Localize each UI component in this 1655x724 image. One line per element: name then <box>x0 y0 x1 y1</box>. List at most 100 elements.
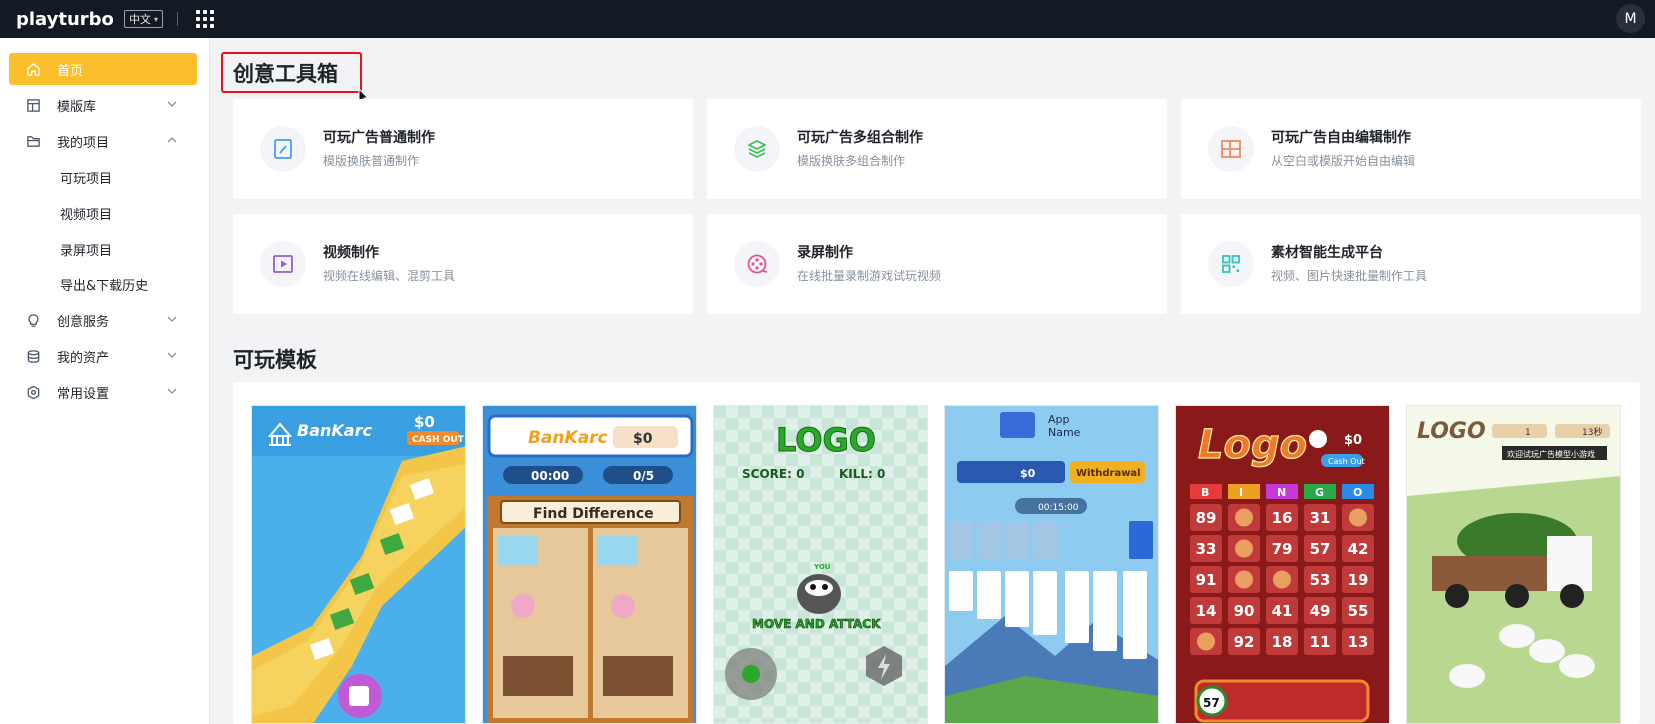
template-brand: BanKarc <box>528 428 608 448</box>
template-caption: 欢迎试玩广告模型小游戏 <box>1507 449 1595 459</box>
chevron-down-icon: ▾ <box>153 14 158 24</box>
tool-card-title: 可玩广告多组合制作 <box>797 130 923 146</box>
bingo-number: 14 <box>1196 602 1217 620</box>
playable-templates-title: 可玩模板 <box>233 348 317 372</box>
bingo-grid: 89 16 31 33 79 57 42 91 53 19 14 90 41 49 55 92 18 11 13 <box>1190 504 1374 655</box>
home-icon <box>25 61 41 77</box>
template-card-solitaire[interactable]: App Name $0 Withdrawal 00:15:00 <box>944 405 1159 724</box>
bingo-number: 16 <box>1272 509 1293 527</box>
sidebar-item-label: 我的项目 <box>57 135 110 151</box>
template-name: Name <box>1048 426 1081 439</box>
tool-card-subtitle: 从空白或模版开始自由编辑 <box>1271 154 1416 168</box>
database-icon <box>25 348 41 364</box>
apps-grid-icon[interactable] <box>195 10 214 28</box>
template-caption: MOVE AND ATTACK <box>752 617 881 631</box>
sidebar-item-settings[interactable]: 常用设置 <box>9 376 197 408</box>
template-card-find-difference[interactable]: BanKarc $0 00:00 0/5 Find Difference <box>482 405 697 724</box>
bingo-number: 33 <box>1196 540 1217 558</box>
bingo-number: 19 <box>1348 571 1369 589</box>
sidebar-item-my-projects[interactable]: 我的项目 <box>9 125 197 157</box>
template-timer: 00:15:00 <box>1038 503 1079 513</box>
bingo-number: 41 <box>1272 602 1293 620</box>
settings-icon <box>25 384 41 400</box>
tool-card-subtitle: 视频在线编辑、混剪工具 <box>323 269 456 283</box>
template-card-bingo[interactable]: Logo $0 Cash Out B I N G O 89 16 31 33 79 57 42 91 5… <box>1175 405 1390 724</box>
tool-card-video[interactable]: 视频制作 视频在线编辑、混剪工具 <box>233 214 693 314</box>
language-label: 中文 <box>128 13 151 26</box>
template-cash-label: CASH OUT <box>412 435 465 445</box>
tool-card-title: 录屏制作 <box>797 245 853 261</box>
folder-icon <box>25 133 41 149</box>
tool-card-subtitle: 模版换肤普通制作 <box>323 154 420 168</box>
sidebar-subitem-export[interactable]: 导出&下载历史 <box>60 268 148 300</box>
bingo-letter: O <box>1353 486 1362 499</box>
money-bag-icon <box>1235 570 1253 589</box>
template-card-move-and-attack[interactable]: LOGO SCORE: 0 KILL: 0 YOU MOVE AND ATTAC… <box>713 405 928 724</box>
template-time: 13秒 <box>1582 426 1602 438</box>
bingo-letter: B <box>1201 486 1209 499</box>
sidebar-item-templates[interactable]: 模版库 <box>9 89 197 121</box>
tool-card-subtitle: 模版换肤多组合制作 <box>797 154 906 168</box>
bingo-number: 55 <box>1348 602 1369 620</box>
tool-card-playable-free[interactable]: 可玩广告自由编辑制作 从空白或模版开始自由编辑 <box>1181 99 1641 199</box>
template-cash-out: Cash Out <box>1328 457 1365 466</box>
bingo-number: 53 <box>1310 571 1331 589</box>
template-logo: Logo <box>1198 422 1307 468</box>
avatar[interactable]: M <box>1616 4 1645 33</box>
template-count: 0/5 <box>633 469 654 483</box>
top-bar: playturbo 中文 ▾ M <box>0 0 1655 38</box>
template-logo: LOGO <box>776 421 876 459</box>
sidebar-subitem-video[interactable]: 视频项目 <box>60 197 112 229</box>
bingo-number: 42 <box>1348 540 1369 558</box>
template-cash: $0 <box>1020 467 1036 480</box>
tool-card-title: 可玩广告普通制作 <box>323 130 435 146</box>
tool-card-recording[interactable]: 录屏制作 在线批量录制游戏试玩视频 <box>707 214 1167 314</box>
language-selector[interactable]: 中文 ▾ <box>123 10 163 28</box>
chevron-down-icon <box>167 316 177 322</box>
money-bag-icon <box>1197 632 1215 651</box>
layout-icon <box>1208 126 1254 172</box>
tool-card-title: 素材智能生成平台 <box>1271 245 1383 261</box>
tool-card-title: 视频制作 <box>323 245 379 261</box>
sidebar-item-home[interactable]: 首页 <box>9 53 197 85</box>
template-cash: $0 <box>633 431 653 447</box>
tablet-icon <box>260 126 306 172</box>
template-timer: 00:00 <box>531 469 569 483</box>
tool-card-playable-multi[interactable]: 可玩广告多组合制作 模版换肤多组合制作 <box>707 99 1167 199</box>
layers-icon <box>734 126 780 172</box>
sidebar-item-label: 我的资产 <box>57 350 110 366</box>
divider <box>176 12 178 26</box>
sidebar: 首页 模版库 我的项目 可玩项目 视频项目 录屏项目 导出&下载历史 创意服务 … <box>0 38 210 724</box>
sidebar-item-label: 首页 <box>57 63 84 79</box>
template-cash: $0 <box>414 413 435 431</box>
money-bag-icon <box>1235 508 1253 527</box>
sidebar-item-label: 常用设置 <box>57 386 110 402</box>
bingo-number: 57 <box>1310 540 1331 558</box>
bingo-number: 89 <box>1196 509 1217 527</box>
template-ball: 57 <box>1203 696 1220 710</box>
brand-logo[interactable]: playturbo <box>16 9 114 30</box>
sidebar-item-creative-services[interactable]: 创意服务 <box>9 304 197 336</box>
sidebar-item-my-assets[interactable]: 我的资产 <box>9 340 197 372</box>
template-card-bankarc-path[interactable]: BanKarc $0 CASH OUT <box>251 405 466 724</box>
bingo-letter: I <box>1239 486 1243 499</box>
sidebar-subitem-recording[interactable]: 录屏项目 <box>60 233 112 265</box>
bingo-number: 18 <box>1272 633 1293 651</box>
template-cash: $0 <box>1344 433 1362 448</box>
template-app: App <box>1048 413 1070 426</box>
bingo-number: 92 <box>1234 633 1255 651</box>
sidebar-item-label: 模版库 <box>57 99 97 115</box>
sidebar-subitem-playable[interactable]: 可玩项目 <box>60 161 112 193</box>
film-reel-icon <box>734 241 780 287</box>
sidebar-item-label: 创意服务 <box>57 314 110 330</box>
money-bag-icon <box>1349 508 1367 527</box>
bingo-letter-tile <box>1228 484 1260 499</box>
tool-card-playable-normal[interactable]: 可玩广告普通制作 模版换肤普通制作 <box>233 99 693 199</box>
bingo-letter: G <box>1315 486 1324 499</box>
template-card-sheep[interactable]: LOGO 1 13秒 欢迎试玩广告模型小游戏 <box>1406 405 1621 724</box>
chevron-down-icon <box>167 352 177 358</box>
tool-card-asset-generator[interactable]: 素材智能生成平台 视频、图片快速批量制作工具 <box>1181 214 1641 314</box>
chevron-down-icon <box>167 388 177 394</box>
chevron-up-icon <box>167 137 177 143</box>
money-bag-icon <box>1273 570 1291 589</box>
